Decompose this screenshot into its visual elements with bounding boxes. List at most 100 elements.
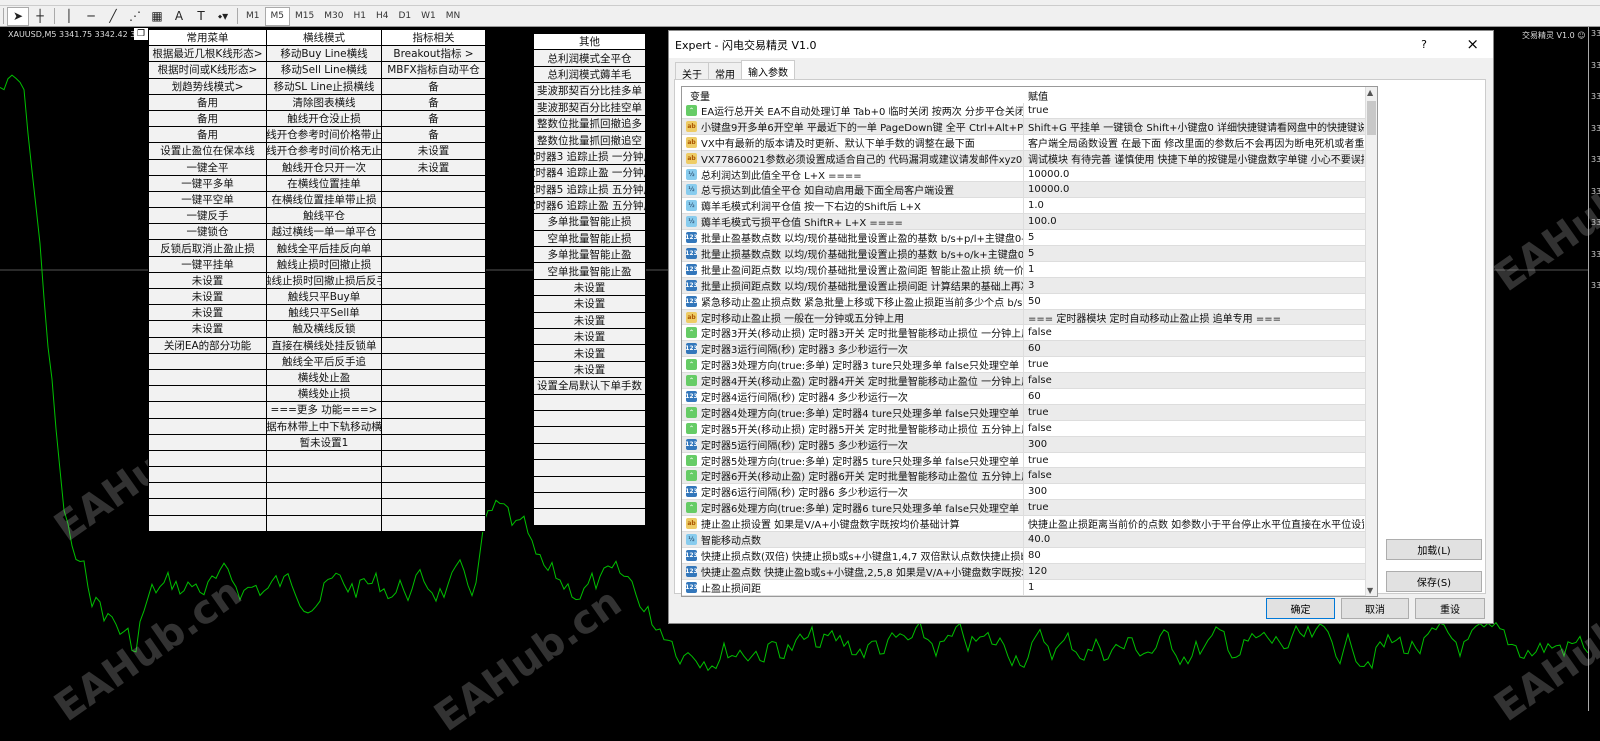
menu-button[interactable]: 未设置 — [382, 143, 485, 159]
parameter-row[interactable]: 123 紧急移动止盈止损点数 紧急批量上移或下移止盈止损距当前多少个点 b/s+?… — [682, 293, 1377, 310]
parameter-row[interactable]: ab VX77860021参数必须设置成适合自己的 代码漏洞或建议请发邮件xyz0… — [682, 150, 1377, 167]
parameter-value[interactable]: 快捷止盈止损距离当前价的点数 如参数小于平台停止水平位直接在水平位设置 ... — [1024, 516, 1364, 531]
menu-button[interactable]: 未设置 — [149, 289, 266, 305]
parameter-row[interactable]: ½ 薅羊毛模式亏损平仓值 ShiftR+ L+X ==== 100.0 — [682, 214, 1377, 231]
menu-button[interactable]: 一键平多单 — [149, 175, 266, 191]
channel-icon[interactable]: ▦ — [146, 7, 168, 26]
parameter-value[interactable]: === 定时器模块 定时自动移动止盈止损 追单专用 === — [1024, 310, 1364, 325]
parameter-value[interactable]: 100.0 — [1024, 216, 1364, 227]
menu-button[interactable]: 未设置 — [534, 345, 645, 361]
parameter-value[interactable]: 60 — [1024, 343, 1364, 354]
parameter-value[interactable]: true — [1024, 359, 1364, 370]
parameter-row[interactable]: ab 小键盘9开多单6开空单 平最近下的一单 PageDown键 全平 Ctrl+… — [682, 118, 1377, 135]
menu-button[interactable]: 根据最近几根K线形态> — [149, 46, 266, 62]
parameter-row[interactable]: 123最小距离保护 保护措施 距现价的最小止盈止损距离30 — [682, 595, 1377, 596]
parameter-row[interactable]: ½ 智能移动点数 40.0 — [682, 532, 1377, 548]
parameter-row[interactable]: 123 定时器4运行间隔(秒) 定时器4 多少秒运行一次 60 — [682, 389, 1377, 405]
menu-button[interactable]: 清除图表横线 — [267, 94, 381, 110]
parameter-value[interactable]: 1.0 — [1024, 200, 1364, 211]
menu-button[interactable]: 触线平仓 — [267, 208, 381, 224]
menu-button[interactable]: 触线全平后反手追 — [267, 353, 381, 369]
menu-button[interactable]: MBFX指标自动平仓 — [382, 62, 485, 78]
menu-button[interactable]: 触线开仓没止损 — [267, 110, 381, 127]
parameter-value[interactable]: 80 — [1024, 550, 1364, 561]
parameter-value[interactable]: false — [1024, 470, 1364, 481]
load-button[interactable]: 加载(L) — [1386, 539, 1482, 560]
cursor-icon[interactable]: ➤ — [7, 6, 29, 26]
parameter-value[interactable]: 5 — [1024, 232, 1364, 243]
parameter-row[interactable]: 123 定时器6运行间隔(秒) 定时器6 多少秒运行一次 300 — [682, 484, 1377, 501]
parameter-value[interactable]: 60 — [1024, 391, 1364, 402]
menu-button[interactable]: 一键全平 — [149, 159, 266, 175]
column-header-variable[interactable]: 变量 — [682, 88, 1024, 103]
timeframe-m1[interactable]: M1 — [241, 7, 265, 26]
vertical-line-icon[interactable]: │ — [58, 7, 80, 26]
menu-button[interactable]: ===更多 功能===> — [267, 402, 381, 418]
menu-button[interactable]: 根据时间或K线形态> — [149, 62, 266, 78]
menu-button[interactable]: 未设置 — [149, 305, 266, 321]
scroll-down-icon[interactable]: ▼ — [1367, 586, 1373, 595]
menu-button[interactable]: 整数位批量抓回撤追空 — [534, 132, 645, 148]
parameter-row[interactable]: ⌃ 定时器4开关(移动止盈) 定时器4开关 定时批量智能移动止盈位 一分钟上用 fa… — [682, 373, 1377, 390]
menu-button[interactable]: 移动Sell Line横线 — [267, 62, 381, 78]
parameter-value[interactable]: 300 — [1024, 486, 1364, 497]
menu-button[interactable]: 在横线位置挂单带止损 — [267, 191, 381, 208]
parameter-value[interactable]: 3 — [1024, 280, 1364, 291]
trend-line-icon[interactable]: ╱ — [102, 7, 124, 26]
column-header-value[interactable]: 赋值 — [1024, 88, 1048, 103]
help-button[interactable]: ? — [1421, 38, 1427, 51]
menu-button[interactable]: 触线开仓只开一次 — [267, 159, 381, 175]
menu-button[interactable]: 根据布林带上中下轨移动横线 — [267, 418, 381, 434]
parameter-row[interactable]: ⌃ 定时器5处理方向(true:多单) 定时器5 ture只处理多单 false只… — [682, 452, 1377, 469]
parameter-value[interactable]: true — [1024, 502, 1364, 513]
timeframe-mn[interactable]: MN — [441, 7, 466, 26]
parameter-row[interactable]: ab 捷止盈止损设置 如果是V/A+小键盘数字既按均价基础计算 快捷止盈止损距离当前… — [682, 516, 1377, 533]
menu-button[interactable]: 关闭EA的部分功能 — [149, 337, 266, 353]
menu-button[interactable]: 定时器4 追踪止盈 一分钟用 — [534, 165, 645, 181]
parameter-value[interactable]: 客户端全局函数设置 在最下面 修改里面的参数后不会再因为断电死机或者重新?.. — [1024, 135, 1364, 150]
menu-button[interactable]: 空单批量智能止损 — [534, 230, 645, 247]
menu-button[interactable]: 备 — [382, 94, 485, 110]
parameter-value[interactable]: false — [1024, 375, 1364, 386]
reset-button[interactable]: 重设 — [1415, 598, 1485, 619]
label-tool-icon[interactable]: T — [190, 7, 212, 26]
menu-button[interactable]: 未设置 — [149, 321, 266, 337]
timeframe-m5[interactable]: M5 — [264, 6, 290, 26]
parameter-row[interactable]: ⌃ 定时器3开关(移动止损) 定时器3开关 定时批量智能移动止损位 一分钟上用 .… — [682, 325, 1377, 342]
menu-button[interactable]: 未设置 — [149, 272, 266, 288]
menu-button[interactable]: 横线处止损 — [267, 386, 381, 402]
crosshair-icon[interactable]: ┼ — [29, 7, 51, 26]
parameter-row[interactable]: ⌃ 定时器3处理方向(true:多单) 定时器3 ture只处理多单 false只… — [682, 357, 1377, 374]
parameter-value[interactable]: true — [1024, 105, 1364, 116]
menu-button[interactable]: 备 — [382, 127, 485, 143]
menu-button[interactable]: 移动SL Line止损横线 — [267, 78, 381, 94]
parameter-value[interactable]: 120 — [1024, 566, 1364, 577]
menu-button[interactable]: 未设置 — [534, 279, 645, 296]
timeframe-d1[interactable]: D1 — [393, 7, 416, 26]
parameter-row[interactable]: 123 快捷止盈点数 快捷止盈b或s+小键盘,2,5,8 如果是V/A+小键盘数字… — [682, 563, 1377, 580]
parameter-value[interactable]: 300 — [1024, 439, 1364, 450]
menu-button[interactable]: 触线只平Buy单 — [267, 289, 381, 305]
parameter-row[interactable]: 123 定时器3运行间隔(秒) 定时器3 多少秒运行一次 60 — [682, 341, 1377, 358]
menu-button[interactable]: 横线处止盈 — [267, 369, 381, 386]
scrollbar-thumb[interactable] — [1367, 101, 1376, 135]
parameter-row[interactable]: 123 批量止损间距点数 以均/现价基础批量设置止损间距 计算结果的基础上再减?.… — [682, 277, 1377, 294]
menu-button[interactable]: 斐波那契百分比挂多单 — [534, 83, 645, 99]
parameter-value[interactable]: 5 — [1024, 248, 1364, 259]
menu-button[interactable]: 触线止损时回撤止损 — [267, 256, 381, 272]
fibonacci-icon[interactable]: ⋰ — [124, 7, 146, 26]
menu-button[interactable]: 定时器5 追踪止损 五分钟用 — [534, 181, 645, 197]
horizontal-line-icon[interactable]: ─ — [80, 7, 102, 26]
dialog-titlebar[interactable]: Expert - 闪电交易精灵 V1.0 ? × — [669, 31, 1493, 58]
timeframe-h4[interactable]: H4 — [371, 7, 394, 26]
menu-button[interactable]: 触线开仓参考时间价格带止损 — [267, 127, 381, 143]
menu-button[interactable]: 多单批量智能止盈 — [534, 247, 645, 263]
menu-button[interactable]: 暂未设置1 — [267, 434, 381, 450]
menu-button[interactable]: 越过横线一单一单平仓 — [267, 224, 381, 240]
tab-about[interactable]: 关于 — [675, 62, 709, 81]
parameter-row[interactable]: ½ 总利润达到此值全平仓 L+X ==== 10000.0 — [682, 166, 1377, 183]
parameter-row[interactable]: 123 快捷止损点数(双倍) 快捷止损b或s+小键盘1,4,7 双倍默认点数快捷止… — [682, 547, 1377, 564]
parameter-row[interactable]: 123 止盈止损间距 1 — [682, 579, 1377, 596]
menu-button[interactable]: 备用 — [149, 94, 266, 110]
vertical-scrollbar[interactable]: ▲ ▼ — [1365, 87, 1377, 596]
